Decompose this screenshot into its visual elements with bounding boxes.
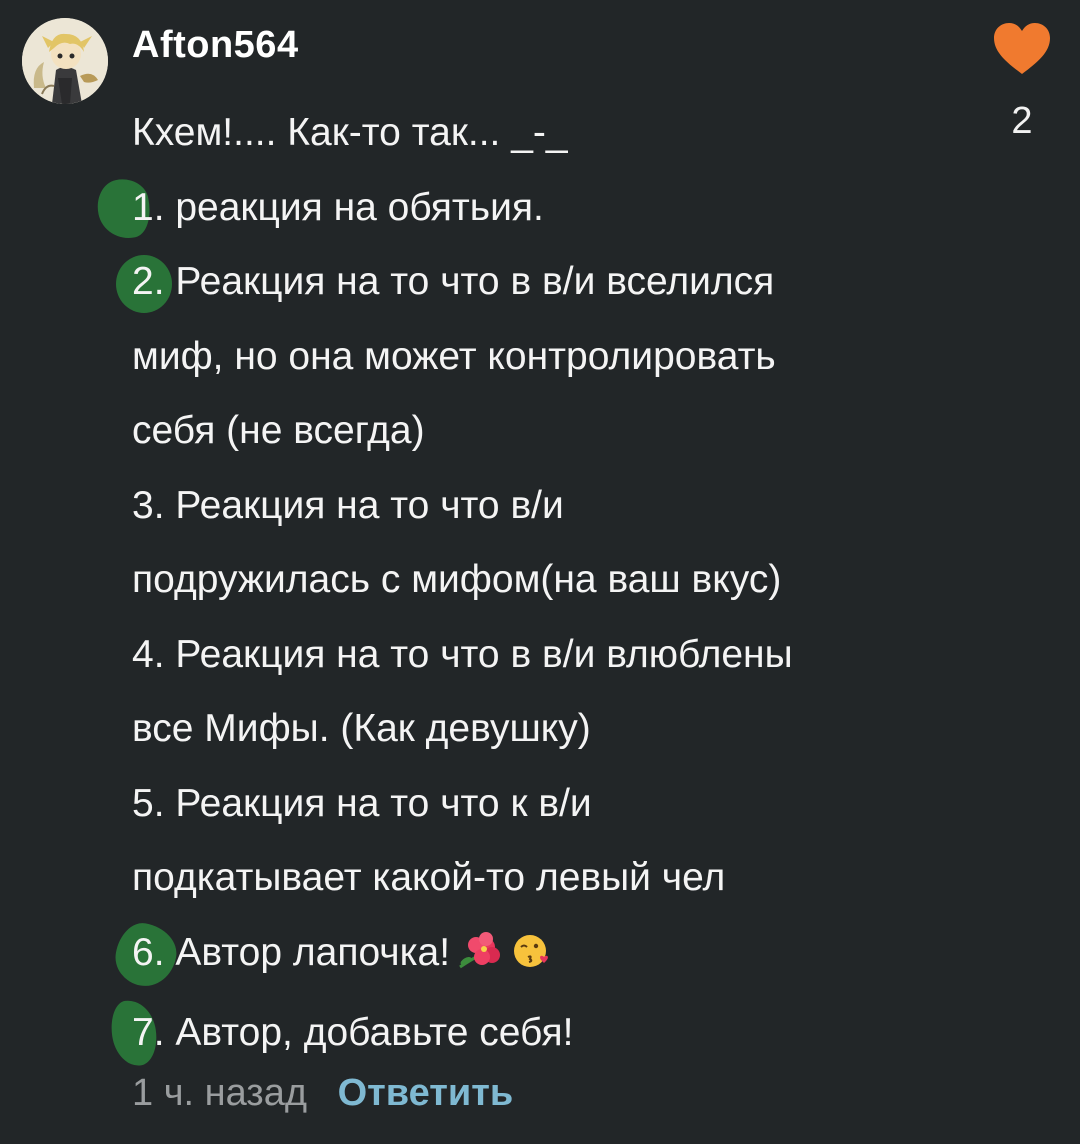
username[interactable]: Afton564 xyxy=(132,24,299,67)
kissing-face-emoji xyxy=(512,922,552,997)
timestamp: 1 ч. назад xyxy=(132,1072,308,1114)
comment-line: миф, но она может контролировать xyxy=(132,334,776,378)
avatar-image xyxy=(22,18,108,104)
comment-line: подкатывает какой-то левый чел xyxy=(132,856,726,899)
comment-text: Кхем!.... Как-то так... _-_ 1. реакция н… xyxy=(92,96,962,1071)
comment-line: 7. Автор, добавьте себя! xyxy=(107,996,962,1071)
comment-line: все Мифы. (Как девушку) xyxy=(132,707,591,750)
comment-line: 3. Реакция на то что в/и xyxy=(132,483,564,527)
like-count: 2 xyxy=(1011,100,1033,142)
comment-line: себя (не всегда) xyxy=(132,409,425,452)
comment-line: подружилась с мифом(на ваш вкус) xyxy=(132,558,782,601)
comment-line: 2. Реакция на то что в в/и вселился xyxy=(116,245,962,320)
like-button[interactable]: 2 xyxy=(990,22,1054,143)
heart-icon[interactable] xyxy=(992,22,1052,76)
comment-line: 6. Автор лапочка! xyxy=(111,916,962,997)
comment-line: Кхем!.... Как-то так... _-_ xyxy=(132,111,568,154)
comment-line: 4. Реакция на то что в в/и влюблены xyxy=(132,632,793,676)
user-avatar[interactable] xyxy=(22,18,108,104)
hibiscus-emoji xyxy=(456,922,506,997)
comment-card: Afton564 2 Кхем!.... Как-то так... _-_ 1… xyxy=(0,0,1080,1144)
reply-button[interactable]: Ответить xyxy=(338,1072,514,1114)
comment-line: 1. реакция на обятьия. xyxy=(92,171,962,246)
comment-footer: 1 ч. назад Ответить xyxy=(132,1072,513,1115)
comment-line: 5. Реакция на то что к в/и xyxy=(132,781,592,825)
